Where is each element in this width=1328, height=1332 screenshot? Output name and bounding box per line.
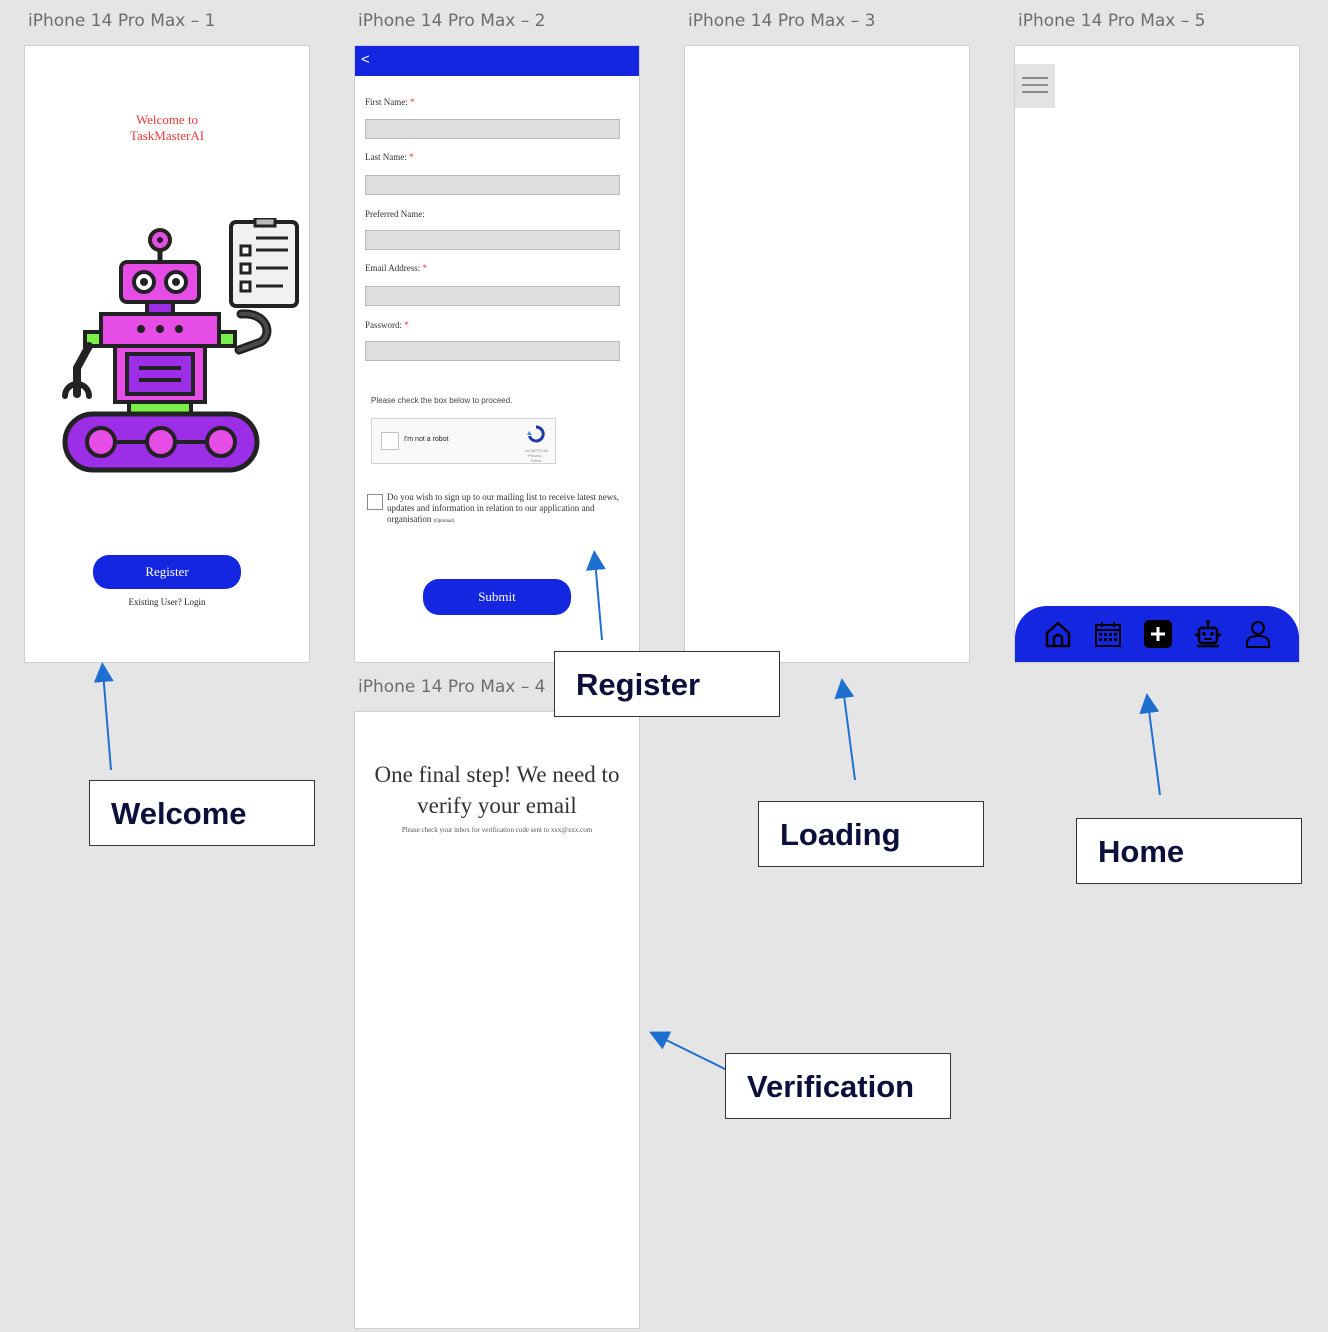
annotation-register: Register <box>554 651 780 717</box>
loading-arrow <box>834 678 856 781</box>
annotation-welcome: Welcome <box>89 780 315 846</box>
annotation-verification: Verification <box>725 1053 951 1119</box>
home-arrow <box>1139 693 1161 796</box>
welcome-arrow <box>93 662 114 771</box>
annotation-loading: Loading <box>758 801 984 867</box>
annotation-home: Home <box>1076 818 1302 884</box>
verification-arrow <box>649 1031 728 1071</box>
register-arrow <box>585 550 606 641</box>
